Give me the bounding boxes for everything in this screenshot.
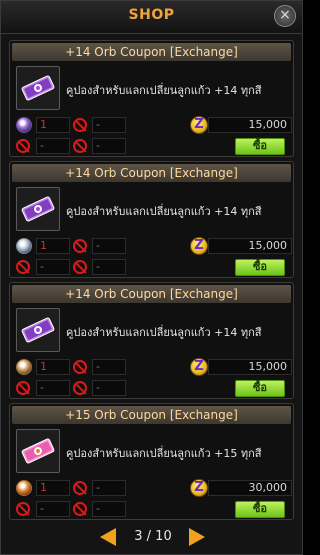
prohibited-icon — [73, 481, 87, 495]
pagination: 3 / 10 — [1, 527, 302, 549]
zeny-icon: Z — [190, 116, 208, 134]
prohibited-icon — [73, 360, 87, 374]
prohibited-icon — [73, 118, 87, 132]
coupon-icon[interactable] — [16, 66, 60, 110]
orange-orb-icon — [16, 480, 32, 496]
prohibited-icon — [73, 139, 87, 153]
item-description: คูปองสำหรับแลกเปลี่ยนลูกแก้ว +14 ทุกสี — [66, 84, 262, 97]
item-title: +14 Orb Coupon [Exchange] — [12, 43, 291, 61]
prohibited-icon — [73, 239, 87, 253]
bronze-orb-icon — [16, 359, 32, 375]
coupon-icon[interactable] — [16, 187, 60, 231]
prohibited-icon — [73, 260, 87, 274]
count-field: 1 — [36, 238, 70, 254]
item-description: คูปองสำหรับแลกเปลี่ยนลูกแก้ว +14 ทุกสี — [66, 326, 262, 339]
price-field: 15,000 — [208, 238, 292, 254]
prohibited-icon — [16, 139, 30, 153]
item-title: +15 Orb Coupon [Exchange] — [12, 406, 291, 424]
empty-field: - — [36, 380, 70, 396]
buy-button[interactable]: ซื้อ — [235, 138, 285, 155]
price-field: 15,000 — [208, 359, 292, 375]
window-title: SHOP — [128, 7, 175, 23]
count-field: 1 — [36, 117, 70, 133]
empty-field: - — [92, 138, 126, 154]
silver-orb-icon — [16, 238, 32, 254]
shop-item-card: +14 Orb Coupon [Exchange] คูปองสำหรับแลก… — [9, 40, 294, 157]
next-page-arrow-icon[interactable] — [189, 528, 205, 546]
empty-field: - — [92, 238, 126, 254]
shop-item-card: +15 Orb Coupon [Exchange] คูปองสำหรับแลก… — [9, 403, 294, 520]
buy-button[interactable]: ซื้อ — [235, 380, 285, 397]
prohibited-icon — [16, 502, 30, 516]
zeny-icon: Z — [190, 479, 208, 497]
shop-item-card: +14 Orb Coupon [Exchange] คูปองสำหรับแลก… — [9, 161, 294, 278]
item-description: คูปองสำหรับแลกเปลี่ยนลูกแก้ว +15 ทุกสี — [66, 447, 262, 460]
shop-item-card: +14 Orb Coupon [Exchange] คูปองสำหรับแลก… — [9, 282, 294, 399]
close-button[interactable]: × — [274, 5, 296, 27]
item-title: +14 Orb Coupon [Exchange] — [12, 285, 291, 303]
empty-field: - — [92, 359, 126, 375]
prohibited-icon — [73, 502, 87, 516]
empty-field: - — [92, 380, 126, 396]
zeny-icon: Z — [190, 237, 208, 255]
zeny-icon: Z — [190, 358, 208, 376]
title-bar[interactable]: SHOP × — [1, 1, 302, 34]
empty-field: - — [36, 138, 70, 154]
prev-page-arrow-icon[interactable] — [100, 528, 116, 546]
page-indicator: 3 / 10 — [134, 529, 172, 544]
item-title: +14 Orb Coupon [Exchange] — [12, 164, 291, 182]
coupon-icon[interactable] — [16, 429, 60, 473]
prohibited-icon — [73, 381, 87, 395]
coupon-icon[interactable] — [16, 308, 60, 352]
shop-window: SHOP × +14 Orb Coupon [Exchange] คูปองสำ… — [0, 0, 303, 555]
empty-field: - — [92, 117, 126, 133]
item-description: คูปองสำหรับแลกเปลี่ยนลูกแก้ว +14 ทุกสี — [66, 205, 262, 218]
empty-field: - — [92, 480, 126, 496]
buy-button[interactable]: ซื้อ — [235, 259, 285, 276]
empty-field: - — [92, 259, 126, 275]
prohibited-icon — [16, 381, 30, 395]
buy-button[interactable]: ซื้อ — [235, 501, 285, 518]
empty-field: - — [36, 501, 70, 517]
price-field: 30,000 — [208, 480, 292, 496]
purple-orb-icon — [16, 117, 32, 133]
empty-field: - — [92, 501, 126, 517]
count-field: 1 — [36, 359, 70, 375]
price-field: 15,000 — [208, 117, 292, 133]
prohibited-icon — [16, 260, 30, 274]
count-field: 1 — [36, 480, 70, 496]
empty-field: - — [36, 259, 70, 275]
